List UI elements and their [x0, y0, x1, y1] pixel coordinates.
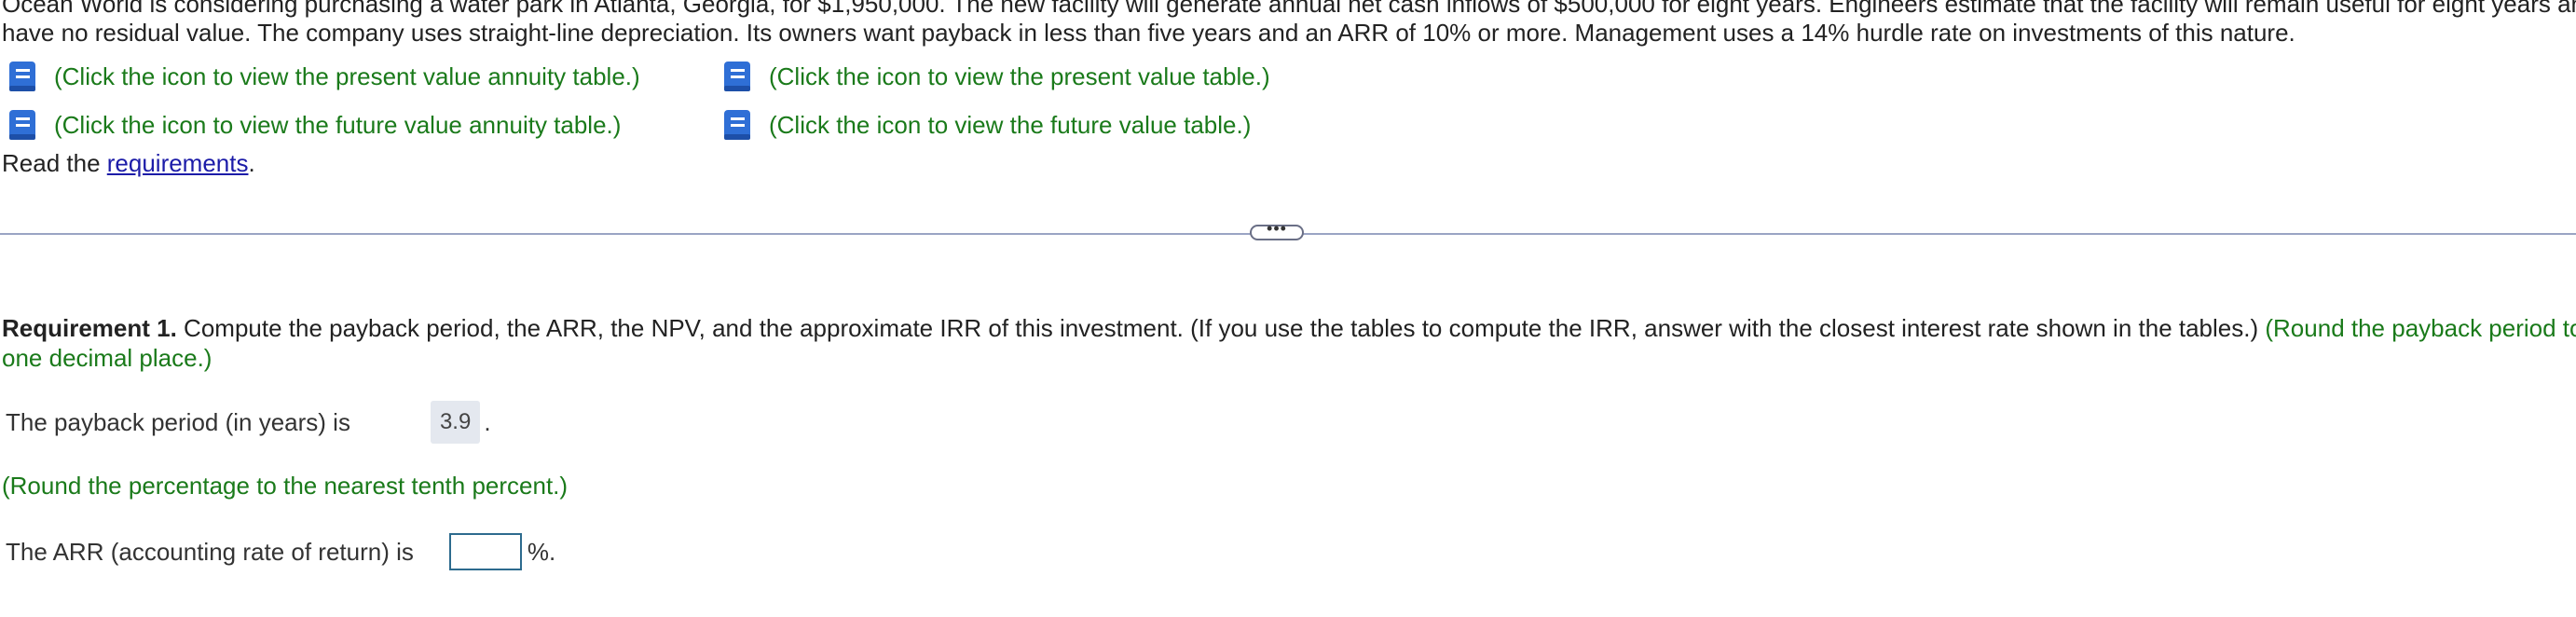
fv-table-link[interactable]: (Click the icon to view the future value… — [722, 108, 1251, 142]
fv-annuity-table-label[interactable]: (Click the icon to view the future value… — [54, 111, 621, 140]
pv-table-label[interactable]: (Click the icon to view the present valu… — [769, 62, 1270, 91]
arr-input[interactable] — [448, 533, 522, 570]
payback-answer-box[interactable]: 3.9 — [430, 401, 481, 444]
read-suffix: . — [248, 149, 255, 177]
requirement-label: Requirement 1. — [2, 314, 177, 342]
read-requirements-line: Read the requirements. — [2, 149, 255, 178]
fv-table-label[interactable]: (Click the icon to view the future value… — [769, 111, 1251, 140]
book-icon[interactable] — [7, 108, 39, 142]
arr-row: The ARR (accounting rate of return) is %… — [6, 533, 555, 570]
book-icon[interactable] — [7, 60, 39, 93]
pv-table-link[interactable]: (Click the icon to view the present valu… — [722, 60, 1270, 93]
problem-intro-text: Ocean World is considering purchasing a … — [2, 0, 2576, 47]
arr-label: The ARR (accounting rate of return) is — [6, 537, 414, 566]
requirement-1-text: Requirement 1. Compute the payback perio… — [2, 313, 2576, 373]
requirements-link[interactable]: requirements — [107, 149, 249, 177]
arr-suffix: %. — [527, 537, 556, 566]
payback-row: The payback period (in years) is 3.9 . — [6, 401, 491, 444]
book-icon[interactable] — [722, 60, 754, 93]
fv-annuity-table-link[interactable]: (Click the icon to view the future value… — [7, 108, 621, 142]
read-prefix: Read the — [2, 149, 107, 177]
pv-annuity-table-label[interactable]: (Click the icon to view the present valu… — [54, 62, 640, 91]
payback-suffix: . — [484, 407, 491, 436]
round-percentage-note: (Round the percentage to the nearest ten… — [2, 472, 569, 500]
pv-annuity-table-link[interactable]: (Click the icon to view the present valu… — [7, 60, 640, 93]
requirement-body: Compute the payback period, the ARR, the… — [176, 314, 2266, 342]
book-icon[interactable] — [722, 108, 754, 142]
payback-label: The payback period (in years) is — [6, 407, 350, 436]
expand-more-button[interactable]: ••• — [1250, 220, 1304, 240]
